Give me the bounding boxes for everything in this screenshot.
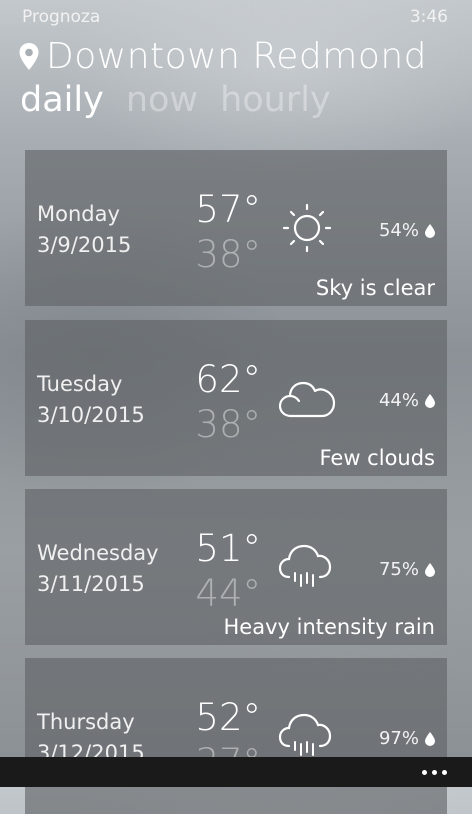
day-name: Wednesday — [37, 541, 159, 565]
high-temp: 57° — [195, 188, 261, 231]
high-temp: 62° — [195, 358, 261, 401]
day-name: Tuesday — [37, 372, 123, 396]
day-name: Monday — [37, 202, 120, 226]
weather-description: Heavy intensity rain — [223, 615, 435, 639]
forecast-card[interactable]: Thursday 3/12/2015 52° 37° 97% — [25, 658, 447, 814]
day-date: 3/11/2015 — [37, 572, 145, 596]
precip-chance: 54% — [379, 220, 435, 241]
forecast-card[interactable]: Wednesday 3/11/2015 51° 44° 75% Heavy in… — [25, 489, 447, 645]
day-name: Thursday — [37, 710, 135, 734]
droplet-icon — [425, 393, 435, 408]
droplet-icon — [425, 223, 435, 238]
high-temp: 52° — [195, 696, 261, 739]
more-icon[interactable] — [422, 766, 452, 778]
day-date: 3/9/2015 — [37, 233, 132, 257]
app-bar — [0, 757, 472, 787]
precip-value: 97% — [378, 728, 419, 749]
precip-value: 54% — [378, 220, 419, 241]
status-bar: Prognoza 3:46 — [0, 0, 472, 32]
location-name: Downtown Redmond — [46, 35, 428, 77]
app-name: Prognoza — [22, 7, 101, 27]
location-header[interactable]: Downtown Redmond — [18, 32, 427, 80]
droplet-icon — [425, 731, 435, 746]
tab-hourly[interactable]: hourly — [220, 80, 331, 120]
day-date: 3/10/2015 — [37, 403, 145, 427]
view-tabs: daily now hourly — [20, 80, 331, 120]
low-temp: 44° — [195, 572, 261, 615]
map-pin-icon — [19, 43, 39, 70]
tab-daily[interactable]: daily — [20, 80, 104, 120]
weather-description: Sky is clear — [315, 276, 435, 300]
forecast-card[interactable]: Monday 3/9/2015 57° 38° 54% Sky is clear — [25, 150, 447, 306]
low-temp: 38° — [195, 403, 261, 446]
sun-icon — [282, 203, 332, 253]
precip-chance: 44% — [379, 390, 435, 411]
forecast-card[interactable]: Tuesday 3/10/2015 62° 38° 44% Few clouds — [25, 320, 447, 476]
dot — [442, 769, 447, 775]
clock: 3:46 — [409, 7, 448, 27]
tab-now[interactable]: now — [126, 80, 198, 120]
precip-value: 44% — [378, 390, 419, 411]
precip-chance: 75% — [379, 559, 435, 580]
precip-value: 75% — [378, 559, 419, 580]
weather-description: Few clouds — [319, 446, 435, 470]
precip-chance: 97% — [379, 728, 435, 749]
droplet-icon — [425, 562, 435, 577]
rain-cloud-icon — [278, 544, 332, 587]
dot — [422, 769, 427, 775]
dot — [432, 769, 437, 775]
low-temp: 38° — [195, 233, 261, 276]
rain-cloud-icon — [278, 713, 332, 756]
cloud-icon — [278, 381, 336, 418]
high-temp: 51° — [195, 527, 261, 570]
